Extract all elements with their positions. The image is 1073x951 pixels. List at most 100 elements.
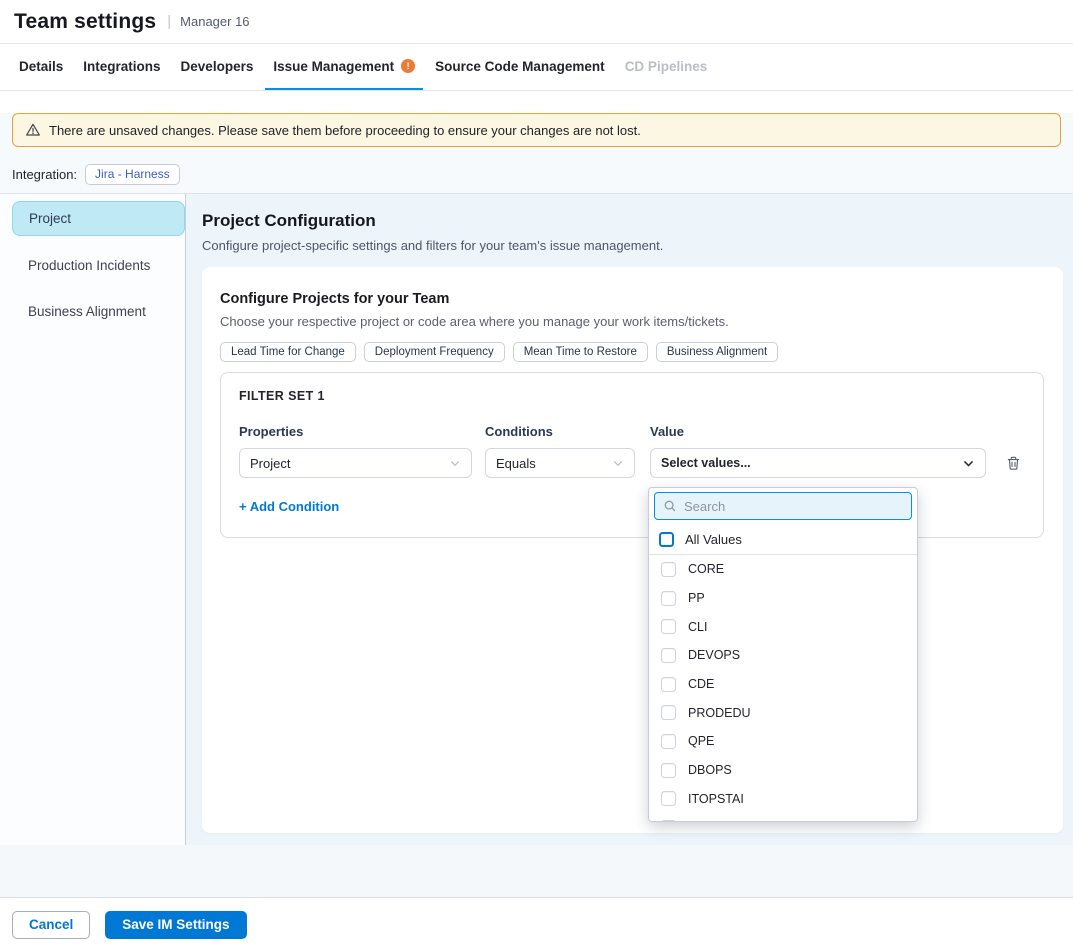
search-input[interactable]	[684, 499, 884, 514]
tab-label: Integrations	[83, 59, 160, 74]
dropdown-option[interactable]: QPE	[649, 727, 917, 756]
filter-set: FILTER SET 1 Properties Conditions Value…	[220, 372, 1044, 538]
option-label: DEVOPS	[688, 648, 740, 662]
option-checkbox[interactable]	[661, 705, 676, 720]
page-header: Team settings | Manager 16	[0, 0, 1073, 44]
tab-label: Source Code Management	[435, 59, 605, 74]
dropdown-search-box	[654, 492, 912, 520]
settings-sidebar: Project Production Incidents Business Al…	[0, 194, 186, 845]
integration-chip[interactable]: Jira - Harness	[85, 164, 180, 185]
conditions-select[interactable]: Equals	[485, 448, 635, 478]
main-panel: Project Configuration Configure project-…	[186, 194, 1073, 845]
dropdown-option[interactable]: PRODEDU	[649, 698, 917, 727]
metric-chip[interactable]: Mean Time to Restore	[513, 342, 648, 362]
option-label: CORE	[688, 562, 724, 576]
option-label: PIPE	[688, 821, 717, 822]
title-separator: |	[167, 13, 171, 30]
cancel-button[interactable]: Cancel	[12, 911, 90, 939]
dropdown-option[interactable]: CORE	[649, 555, 917, 584]
alert-badge-icon: !	[401, 59, 415, 73]
configure-projects-card: Configure Projects for your Team Choose …	[202, 267, 1063, 833]
value-select-wrapper: Select values...	[650, 448, 986, 478]
tab-label: CD Pipelines	[625, 59, 708, 74]
sidebar-item-label: Production Incidents	[28, 258, 150, 273]
option-checkbox[interactable]	[661, 791, 676, 806]
tab[interactable]: Details	[11, 44, 71, 90]
metric-chip[interactable]: Deployment Frequency	[364, 342, 505, 362]
section-subtitle: Configure project-specific settings and …	[202, 238, 1063, 253]
dropdown-option[interactable]: PIPE	[649, 813, 917, 822]
sidebar-item[interactable]: Project	[12, 201, 185, 236]
banner-text: There are unsaved changes. Please save t…	[49, 123, 641, 138]
option-checkbox[interactable]	[661, 562, 676, 577]
tab[interactable]: Source Code Management	[427, 44, 613, 90]
chevron-down-icon	[612, 457, 624, 469]
content-area: Project Production Incidents Business Al…	[0, 193, 1073, 845]
unsaved-changes-banner: There are unsaved changes. Please save t…	[12, 113, 1061, 147]
search-icon	[663, 499, 677, 513]
option-checkbox[interactable]	[661, 763, 676, 778]
dropdown-option[interactable]: CLI	[649, 612, 917, 641]
select-all-option[interactable]: All Values	[649, 524, 917, 554]
option-checkbox[interactable]	[661, 734, 676, 749]
delete-filter-button[interactable]	[1006, 455, 1021, 471]
add-condition-button[interactable]: + Add Condition	[239, 499, 339, 514]
properties-select[interactable]: Project	[239, 448, 472, 478]
tab-label: Developers	[181, 59, 254, 74]
dropdown-option[interactable]: DEVOPS	[649, 641, 917, 670]
value-select-placeholder: Select values...	[661, 456, 751, 470]
option-checkbox[interactable]	[661, 619, 676, 634]
conditions-select-value: Equals	[496, 456, 536, 471]
dropdown-option[interactable]: CDE	[649, 670, 917, 699]
option-checkbox[interactable]	[661, 591, 676, 606]
value-dropdown: All Values CORE	[648, 487, 918, 822]
sidebar-item[interactable]: Production Incidents	[0, 249, 185, 282]
properties-column-header: Properties	[239, 424, 472, 439]
dropdown-option[interactable]: DBOPS	[649, 756, 917, 785]
tab[interactable]: Developers	[173, 44, 262, 90]
option-label: DBOPS	[688, 763, 732, 777]
save-im-settings-button[interactable]: Save IM Settings	[105, 911, 246, 939]
metric-chip[interactable]: Business Alignment	[656, 342, 778, 362]
option-label: PP	[688, 591, 705, 605]
sidebar-item-label: Business Alignment	[28, 304, 146, 319]
page-title: Team settings	[14, 10, 156, 34]
chevron-down-icon	[449, 457, 461, 469]
section-title: Project Configuration	[202, 211, 1063, 231]
card-subtitle: Choose your respective project or code a…	[220, 314, 1045, 329]
option-label: CLI	[688, 620, 707, 634]
conditions-column-header: Conditions	[485, 424, 635, 439]
footer-bar: Cancel Save IM Settings	[0, 897, 1073, 951]
metric-chip-row: Lead Time for Change Deployment Frequenc…	[220, 342, 1045, 362]
dropdown-option-list: CORE PP	[649, 555, 917, 822]
tab-label: Issue Management	[273, 59, 394, 74]
value-column-header: Value	[650, 424, 986, 439]
card-title: Configure Projects for your Team	[220, 291, 1045, 307]
option-checkbox[interactable]	[661, 648, 676, 663]
tab-label: Details	[19, 59, 63, 74]
dropdown-option[interactable]: PP	[649, 584, 917, 613]
all-values-label: All Values	[685, 532, 742, 547]
tab[interactable]: CD Pipelines	[617, 44, 716, 90]
metric-chip[interactable]: Lead Time for Change	[220, 342, 356, 362]
page-subtitle: Manager 16	[180, 14, 249, 29]
option-checkbox[interactable]	[661, 677, 676, 692]
option-label: ITOPSTAI	[688, 792, 744, 806]
bottom-spacer	[0, 845, 1073, 897]
option-label: QPE	[688, 734, 714, 748]
sidebar-item-label: Project	[29, 211, 71, 226]
value-select[interactable]: Select values...	[650, 448, 986, 478]
tab[interactable]: Integrations	[75, 44, 168, 90]
tab[interactable]: Issue Management !	[265, 44, 423, 90]
properties-select-value: Project	[250, 456, 290, 471]
option-label: CDE	[688, 677, 714, 691]
option-label: PRODEDU	[688, 706, 751, 720]
option-checkbox[interactable]	[661, 820, 676, 822]
dropdown-option[interactable]: ITOPSTAI	[649, 785, 917, 814]
all-values-checkbox[interactable]	[659, 532, 674, 547]
warning-icon	[25, 122, 41, 138]
sidebar-item[interactable]: Business Alignment	[0, 295, 185, 328]
filter-row: Project Equals	[239, 448, 1025, 478]
page-body: There are unsaved changes. Please save t…	[0, 113, 1073, 897]
tab-bar: Details Integrations Developers Issue Ma…	[0, 44, 1073, 91]
